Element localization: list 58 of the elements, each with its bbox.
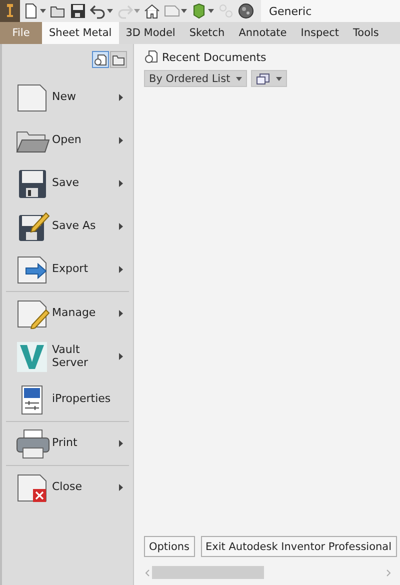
document-icon — [164, 3, 180, 19]
caret-icon — [40, 8, 46, 14]
view-dropdown[interactable] — [251, 70, 288, 87]
ribbon-tab[interactable]: Sheet Metal — [42, 22, 119, 44]
v-logo-icon — [16, 342, 50, 372]
ribbon-tab[interactable]: Annotate — [232, 22, 294, 44]
sort-dropdown[interactable]: By Ordered List — [144, 70, 248, 87]
submenu-arrow-icon — [119, 353, 123, 360]
menu-item[interactable]: Export — [2, 248, 133, 291]
caret-icon — [107, 8, 113, 14]
toolbar-button[interactable] — [237, 1, 255, 21]
home-icon — [144, 3, 160, 19]
caret-icon — [134, 8, 140, 14]
app-icon[interactable] — [0, 0, 20, 22]
save-icon — [70, 3, 86, 19]
submenu-arrow-icon — [119, 137, 123, 144]
options-button[interactable]: Options — [144, 536, 195, 557]
submenu-arrow-icon — [119, 94, 123, 101]
floppy-pencil-icon — [16, 212, 50, 242]
ribbon-tab[interactable]: 3D Model — [118, 22, 182, 44]
appearance-field[interactable]: Generic — [261, 0, 400, 22]
new-file-icon — [23, 3, 39, 19]
ribbon-tab[interactable]: Inspect — [294, 22, 346, 44]
windows-icon — [256, 72, 270, 84]
menu-item[interactable]: Save As — [2, 205, 133, 248]
undo-icon — [90, 3, 106, 19]
menu-item[interactable]: Open — [2, 119, 133, 162]
printer-icon — [16, 428, 50, 458]
caret-icon — [208, 8, 214, 14]
ribbon-tab[interactable]: Sketch — [182, 22, 232, 44]
caret-icon — [236, 76, 242, 82]
caret-icon — [181, 8, 187, 14]
menu-item[interactable]: Print — [2, 422, 133, 465]
submenu-arrow-icon — [119, 223, 123, 230]
redo-icon — [117, 3, 133, 19]
recent-documents-toggle[interactable] — [92, 51, 109, 68]
menu-item[interactable]: New — [2, 76, 133, 119]
menu-item[interactable]: iProperties — [2, 378, 133, 421]
submenu-arrow-icon — [119, 484, 123, 491]
caret-icon — [276, 76, 282, 82]
open-documents-toggle[interactable] — [110, 51, 127, 68]
globe-icon — [238, 3, 254, 19]
recent-documents-icon — [144, 50, 158, 64]
menu-item[interactable]: Close — [2, 466, 133, 509]
menu-item[interactable]: Vault Server — [2, 335, 133, 378]
cube-icon — [191, 3, 207, 19]
toolbar-button[interactable] — [69, 1, 87, 21]
submenu-arrow-icon — [119, 266, 123, 273]
link-icon — [218, 3, 234, 19]
ribbon-tab[interactable]: Tools — [346, 22, 386, 44]
submenu-arrow-icon — [119, 310, 123, 317]
menu-item[interactable]: Save — [2, 162, 133, 205]
page-pencil-icon — [16, 298, 50, 328]
menu-item[interactable]: Manage — [2, 292, 133, 335]
submenu-arrow-icon — [119, 440, 123, 447]
panel-title: Recent Documents — [162, 50, 266, 64]
exit-button[interactable]: Exit Autodesk Inventor Professional — [200, 536, 397, 557]
submenu-arrow-icon — [119, 180, 123, 187]
